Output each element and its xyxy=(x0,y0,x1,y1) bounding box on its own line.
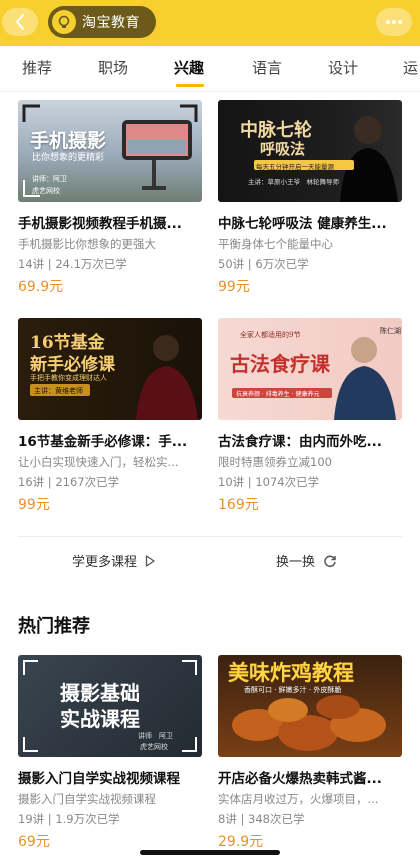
course-title: 摄影入门自学实战视频课程 xyxy=(18,771,180,787)
course-card[interactable]: 全家人都适用的9节 古法食疗课 抗衰养颜 · 排毒养生 · 健康养元 陈仁湖 古… xyxy=(218,318,402,514)
thumb-title: 古法食疗课 xyxy=(230,352,330,376)
lesson-count: 10讲 xyxy=(218,475,245,489)
home-indicator[interactable] xyxy=(140,850,280,855)
course-price: 99元 xyxy=(218,279,250,295)
lesson-count: 8讲 xyxy=(218,812,237,826)
thumb-teacher: 讲师 阿卫 xyxy=(138,732,173,740)
brand-pill[interactable]: 淘宝教育 xyxy=(48,6,156,38)
learner-count: 2167次已学 xyxy=(55,475,120,489)
course-price: 69.9元 xyxy=(18,279,64,295)
lesson-count: 16讲 xyxy=(18,475,45,489)
learner-count: 348次已学 xyxy=(248,812,305,826)
brand-name: 淘宝教育 xyxy=(82,15,140,31)
learner-count: 1.9万次已学 xyxy=(55,812,120,826)
tab-career[interactable]: 职场 xyxy=(98,46,128,91)
refresh-icon xyxy=(324,555,336,567)
active-tab-indicator xyxy=(176,84,204,87)
course-card[interactable]: 中脉七轮 呼吸法 每天五分钟开启一天能量源 主讲：草原小王爷 林轮舞导师 中脉七… xyxy=(218,100,402,296)
course-actions: 学更多课程 换一换 xyxy=(18,536,402,588)
thumb-title: 摄影基础 xyxy=(60,681,140,705)
tab-language[interactable]: 语言 xyxy=(252,46,282,91)
tab-recommend[interactable]: 推荐 xyxy=(22,46,52,91)
course-subtitle: 限时特惠领券立减100 xyxy=(218,455,332,469)
more-courses-label: 学更多课程 xyxy=(72,555,138,570)
hot-course-card[interactable]: 摄影基础 实战课程 讲师 阿卫 虎艺网校 摄影入门自学实战视频课程 摄影入门自学… xyxy=(18,655,202,851)
course-subtitle: 实体店月收过万，火爆项目，... xyxy=(218,792,379,806)
more-courses-button[interactable]: 学更多课程 xyxy=(72,551,155,570)
learner-count: 24.1万次已学 xyxy=(55,257,127,271)
thumb-teacher: 讲师：阿卫 xyxy=(32,175,67,183)
hot-course-card[interactable]: 美味炸鸡教程 香酥可口 · 鲜嫩多汁 · 外皮酥脆 开店必备火爆热卖韩式酱...… xyxy=(218,655,402,851)
course-title: 开店必备火爆热卖韩式酱... xyxy=(218,771,382,787)
course-thumbnail: 美味炸鸡教程 香酥可口 · 鲜嫩多汁 · 外皮酥脆 xyxy=(218,655,402,757)
course-meta: 16讲 | 2167次已学 xyxy=(18,475,120,489)
chevron-left-icon xyxy=(16,14,24,30)
thumb-teacher: 主讲：草原小王爷 林轮舞导师 xyxy=(248,178,339,186)
course-title: 手机摄影视频教程手机摄... xyxy=(18,216,182,232)
tab-sports-partial[interactable]: 运 xyxy=(403,46,418,91)
course-title: 16节基金新手必修课：手... xyxy=(18,434,188,450)
lesson-count: 19讲 xyxy=(18,812,45,826)
section-title: 热门推荐 xyxy=(18,616,90,637)
thumb-school: 虎艺网校 xyxy=(32,187,60,195)
learner-count: 6万次已学 xyxy=(255,257,309,271)
thumb-title-2: 实战课程 xyxy=(60,707,140,731)
thumb-title-2: 新手必修课 xyxy=(30,355,115,375)
tab-design[interactable]: 设计 xyxy=(328,46,358,91)
thumb-tagline: 香酥可口 · 鲜嫩多汁 · 外皮酥脆 xyxy=(244,686,342,694)
thumb-teacher: 主讲：黄维老师 xyxy=(34,387,83,395)
learner-count: 1074次已学 xyxy=(255,475,320,489)
back-button[interactable] xyxy=(2,8,38,36)
refresh-button[interactable]: 换一换 xyxy=(276,551,337,570)
course-meta: 14讲 | 24.1万次已学 xyxy=(18,257,127,271)
course-title: 中脉七轮呼吸法 健康养生... xyxy=(218,216,387,232)
category-tabs: 推荐 职场 兴趣 语言 设计 运 xyxy=(0,46,420,92)
course-price: 29.9元 xyxy=(218,834,264,850)
taobao-education-logo-icon xyxy=(52,10,76,34)
top-bar: 淘宝教育 xyxy=(0,0,420,46)
course-meta: 10讲 | 1074次已学 xyxy=(218,475,320,489)
play-icon xyxy=(145,554,155,567)
course-subtitle: 让小白实现快速入门，轻松实... xyxy=(18,455,179,469)
course-thumbnail: 16节基金 新手必修课 手把手教你变成理财达人 主讲：黄维老师 xyxy=(18,318,202,420)
course-thumbnail: 摄影基础 实战课程 讲师 阿卫 虎艺网校 xyxy=(18,655,202,757)
thumb-school: 虎艺网校 xyxy=(140,743,168,751)
more-button[interactable] xyxy=(376,8,412,36)
course-subtitle: 摄影入门自学实战视频课程 xyxy=(18,792,156,806)
course-meta: 19讲 | 1.9万次已学 xyxy=(18,812,120,826)
course-price: 169元 xyxy=(218,497,259,513)
more-dots-icon xyxy=(386,20,402,24)
thumb-tagline: 抗衰养颜 · 排毒养生 · 健康养元 xyxy=(236,391,320,398)
thumb-title-2: 呼吸法 xyxy=(260,140,306,158)
course-thumbnail: 手机摄影 比你想象的更精彩 讲师：阿卫 虎艺网校 xyxy=(18,100,202,202)
course-meta: 50讲 | 6万次已学 xyxy=(218,257,309,271)
course-card[interactable]: 16节基金 新手必修课 手把手教你变成理财达人 主讲：黄维老师 16节基金新手必… xyxy=(18,318,202,514)
course-card[interactable]: 手机摄影 比你想象的更精彩 讲师：阿卫 虎艺网校 手机摄影视频教程手机摄... … xyxy=(18,100,202,296)
thumb-tagline-top: 全家人都适用的9节 xyxy=(240,331,301,339)
refresh-label: 换一换 xyxy=(276,555,316,570)
thumb-teacher: 陈仁湖 xyxy=(380,327,401,335)
course-thumbnail: 全家人都适用的9节 古法食疗课 抗衰养颜 · 排毒养生 · 健康养元 陈仁湖 xyxy=(218,318,402,420)
course-thumbnail: 中脉七轮 呼吸法 每天五分钟开启一天能量源 主讲：草原小王爷 林轮舞导师 xyxy=(218,100,402,202)
course-title: 古法食疗课：由内而外吃... xyxy=(218,434,382,450)
thumb-tagline: 手把手教你变成理财达人 xyxy=(30,374,107,382)
thumb-tagline: 每天五分钟开启一天能量源 xyxy=(256,163,334,171)
thumb-tagline: 比你想象的更精彩 xyxy=(32,153,105,163)
lesson-count: 50讲 xyxy=(218,257,245,271)
thumb-title: 美味炸鸡教程 xyxy=(228,660,354,685)
course-price: 99元 xyxy=(18,497,50,513)
course-price: 69元 xyxy=(18,834,50,850)
course-subtitle: 手机摄影比你想象的更强大 xyxy=(18,237,156,251)
thumb-title: 手机摄影 xyxy=(30,130,107,152)
course-subtitle: 平衡身体七个能量中心 xyxy=(218,237,333,251)
lesson-count: 14讲 xyxy=(18,257,45,271)
course-meta: 8讲 | 348次已学 xyxy=(218,812,305,826)
